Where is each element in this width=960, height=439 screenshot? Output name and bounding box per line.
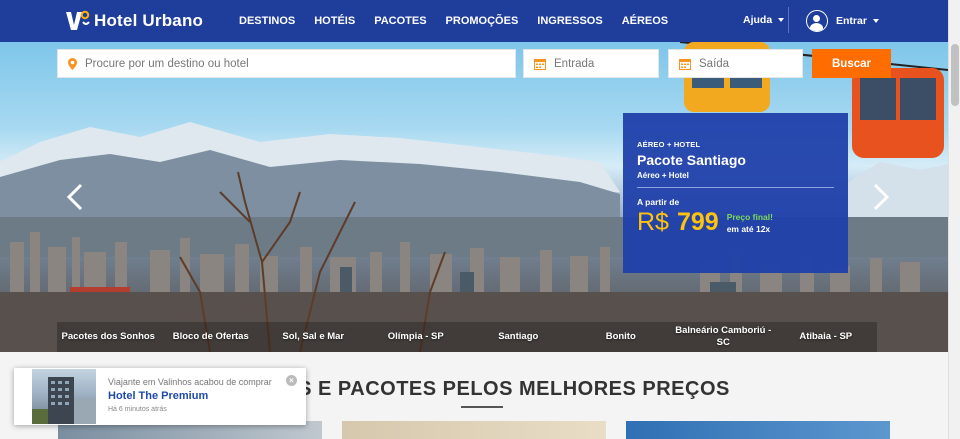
slider-tab[interactable]: Balneário Camboriú - SC: [672, 322, 775, 352]
promo-note: Preço final! em até 12x: [727, 212, 773, 234]
nav-aereos[interactable]: AÉREOS: [622, 15, 668, 27]
promo-from-label: A partir de: [637, 197, 680, 207]
slider-tab[interactable]: Olímpia - SP: [365, 322, 468, 352]
slider-tab[interactable]: Atibaia - SP: [775, 322, 878, 352]
hotel-thumbnail: [32, 369, 96, 424]
checkout-placeholder: Saída: [699, 57, 730, 70]
purchase-notification[interactable]: Viajante em Valinhos acabou de comprar H…: [14, 368, 306, 425]
header-divider: [788, 7, 789, 33]
nav-destinos[interactable]: DESTINOS: [239, 15, 295, 27]
close-icon[interactable]: ×: [286, 375, 297, 386]
promo-subtitle: Aéreo + Hotel: [637, 171, 689, 180]
user-icon: [806, 10, 828, 32]
slider-tab[interactable]: Pacotes dos Sonhos: [57, 322, 160, 352]
promo-price-value: 799: [676, 208, 719, 236]
slider-tabs: Pacotes dos Sonhos Bloco de Ofertas Sol,…: [57, 322, 877, 352]
hotel-urbano-logo-icon: [66, 10, 90, 30]
destination-placeholder: Procure por um destino ou hotel: [85, 57, 249, 70]
calendar-icon: [534, 58, 546, 70]
login-label: Entrar: [836, 15, 867, 27]
chevron-down-icon: [872, 19, 879, 23]
section-underline: [461, 406, 503, 408]
search-button[interactable]: Buscar: [812, 49, 891, 78]
hotel-building-image: [32, 377, 96, 424]
search-bar: Procure por um destino ou hotel Entrada …: [57, 49, 891, 78]
scrollbar-thumb[interactable]: [951, 44, 959, 106]
promo-title: Pacote Santiago: [637, 152, 746, 168]
slider-tab[interactable]: Bonito: [570, 322, 673, 352]
map-pin-icon: [68, 57, 77, 70]
destination-field[interactable]: Procure por um destino ou hotel: [57, 49, 516, 78]
checkin-placeholder: Entrada: [554, 57, 595, 70]
chevron-left-icon[interactable]: [66, 183, 84, 211]
logo[interactable]: Hotel Urbano: [64, 8, 203, 34]
nav-hoteis[interactable]: HOTÉIS: [314, 15, 355, 27]
page-scrollbar[interactable]: [948, 0, 960, 439]
help-label: Ajuda: [743, 14, 773, 26]
login-menu[interactable]: Entrar: [806, 9, 879, 33]
promo-final-label: Preço final!: [726, 212, 773, 222]
notification-message: Viajante em Valinhos acabou de comprar: [108, 377, 272, 387]
chevron-right-icon[interactable]: [872, 183, 890, 211]
promo-kind: AÉREO + HOTEL: [637, 140, 701, 149]
main-nav: DESTINOS HOTÉIS PACOTES PROMOÇÕES INGRES…: [239, 0, 687, 42]
slider-tab[interactable]: Bloco de Ofertas: [160, 322, 263, 352]
slider-tab[interactable]: Santiago: [467, 322, 570, 352]
promo-price: R$ 799 Preço final! em até 12x: [637, 208, 848, 237]
nav-promocoes[interactable]: PROMOÇÕES: [446, 15, 519, 27]
calendar-icon: [679, 58, 691, 70]
offer-card-image[interactable]: [626, 421, 890, 439]
slider-tab[interactable]: Sol, Sal e Mar: [262, 322, 365, 352]
promo-installments: em até 12x: [726, 224, 771, 234]
hero-banner[interactable]: Procure por um destino ou hotel Entrada …: [0, 42, 948, 352]
offer-card-image[interactable]: [342, 421, 606, 439]
nav-ingressos[interactable]: INGRESSOS: [537, 15, 602, 27]
brand-name: Hotel Urbano: [94, 11, 204, 30]
nav-pacotes[interactable]: PACOTES: [374, 15, 426, 27]
notification-time: Há 6 minutos atrás: [108, 406, 167, 413]
promo-card[interactable]: AÉREO + HOTEL Pacote Santiago Aéreo + Ho…: [623, 113, 848, 273]
checkin-field[interactable]: Entrada: [523, 49, 659, 78]
help-menu[interactable]: Ajuda: [743, 14, 785, 26]
promo-divider: [637, 187, 834, 188]
notification-hotel-name[interactable]: Hotel The Premium: [108, 390, 208, 402]
chevron-down-icon: [778, 18, 785, 22]
checkout-field[interactable]: Saída: [668, 49, 803, 78]
top-navbar: Hotel Urbano DESTINOS HOTÉIS PACOTES PRO…: [0, 0, 948, 42]
promo-currency: R$: [637, 208, 669, 236]
